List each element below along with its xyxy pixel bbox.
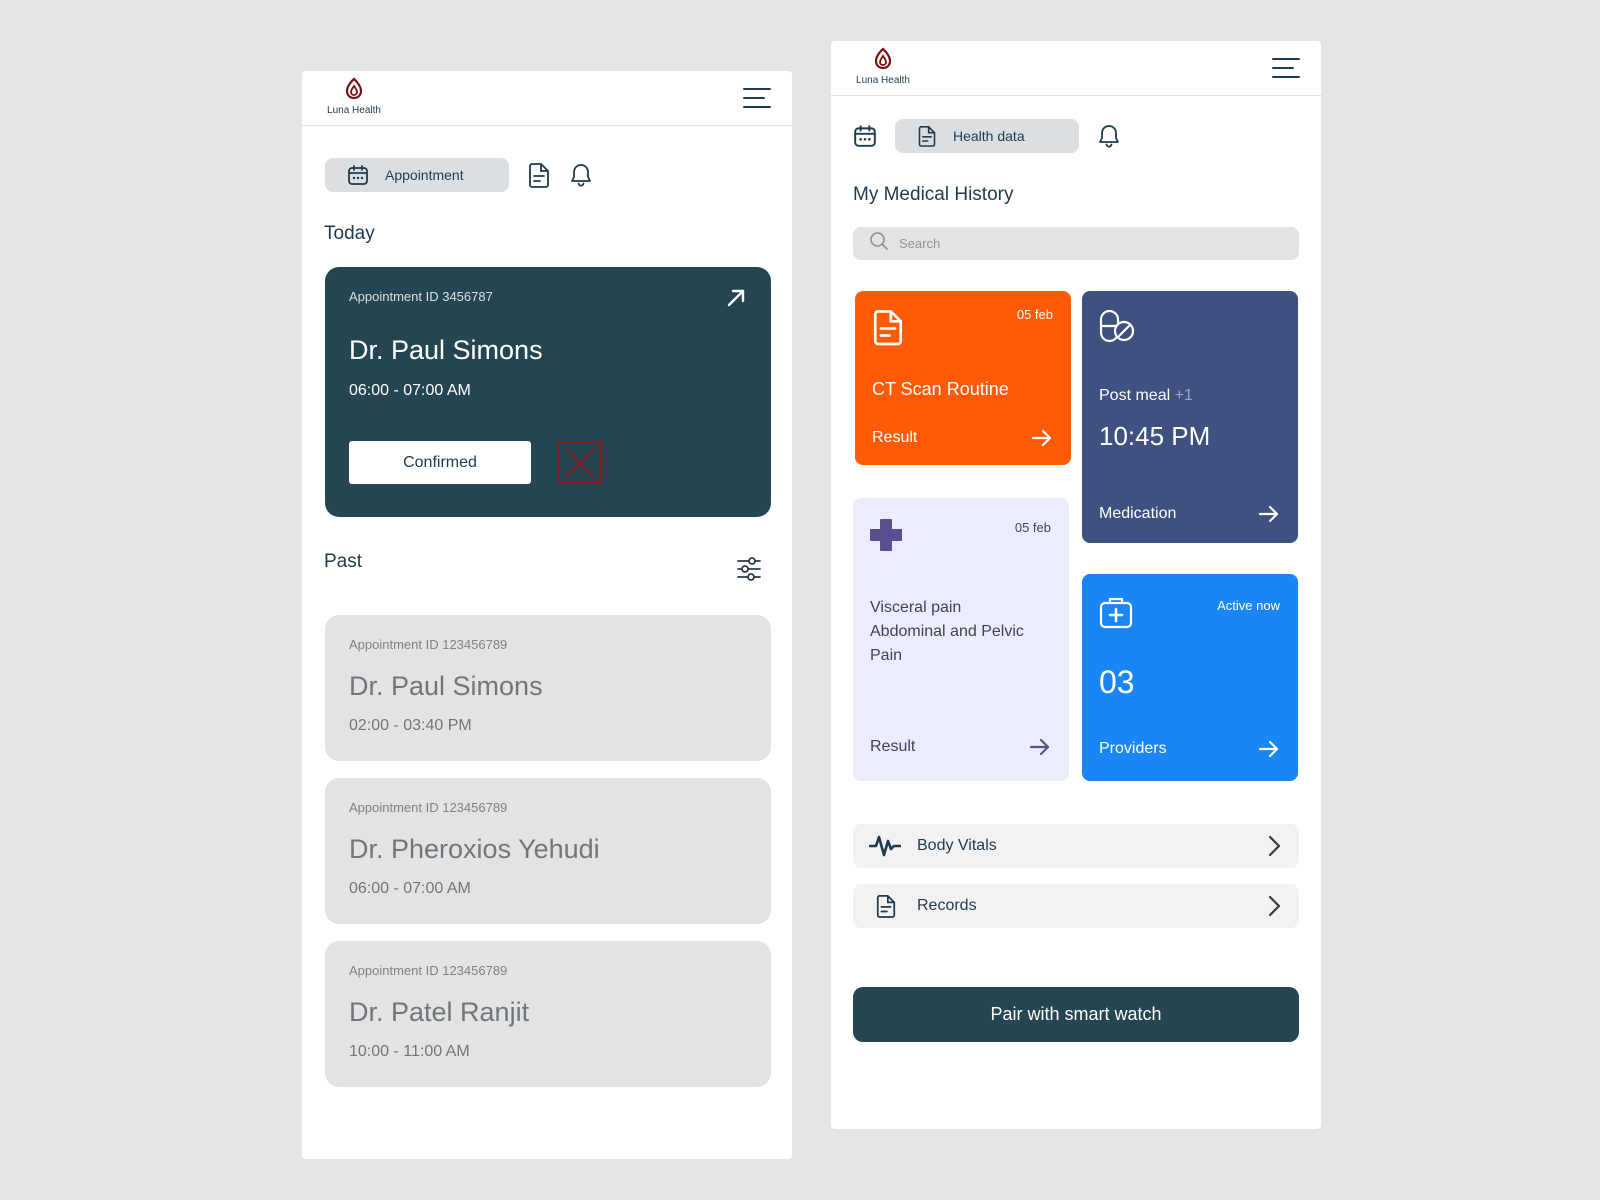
tile-date: 05 feb [1016, 307, 1053, 322]
tile-title: Visceral pain Abdominal and Pelvic Pain [870, 599, 1024, 664]
document-icon [917, 124, 937, 148]
close-icon [565, 447, 595, 478]
top-bar: Luna Health [831, 41, 1321, 96]
row-label: Records [917, 897, 977, 914]
past-heading: Past [324, 551, 363, 572]
appointment-id: Appointment ID 123456789 [349, 637, 508, 652]
doctor-name: Dr. Patel Ranjit [349, 997, 530, 1027]
pills-icon [1098, 307, 1136, 350]
tab-bar: Health data [853, 119, 1121, 153]
arrow-right-icon[interactable] [1258, 740, 1280, 763]
result-link[interactable]: Result [872, 429, 917, 447]
search-icon [869, 231, 889, 256]
active-status: Active now [1217, 598, 1280, 613]
past-appointment-card[interactable]: Appointment ID 123456789 Dr. Patel Ranji… [325, 941, 771, 1087]
visceral-pain-tile[interactable]: 05 feb Visceral pain Abdominal and Pelvi… [853, 498, 1069, 781]
ct-scan-tile[interactable]: 05 feb CT Scan Routine Result [855, 291, 1071, 465]
medication-extra: +1 [1174, 387, 1193, 404]
past-appointment-card[interactable]: Appointment ID 123456789 Dr. Paul Simons… [325, 615, 771, 761]
bell-icon[interactable] [1097, 123, 1121, 149]
appointment-time: 06:00 - 07:00 AM [349, 880, 471, 897]
calendar-icon [347, 164, 369, 186]
pair-smart-watch-button[interactable]: Pair with smart watch [853, 987, 1299, 1042]
appointment-time: 10:00 - 11:00 AM [349, 1043, 470, 1060]
menu-icon[interactable] [742, 85, 772, 111]
arrow-right-icon[interactable] [1029, 738, 1051, 761]
pulse-icon [868, 833, 902, 864]
providers-tile[interactable]: Active now 03 Providers [1082, 574, 1298, 781]
arrow-up-right-icon[interactable] [725, 287, 747, 314]
appointment-id: Appointment ID 123456789 [349, 800, 508, 815]
search-input[interactable] [899, 236, 1279, 251]
tab-bar: Appointment [325, 158, 593, 192]
medication-title: Post meal +1 [1099, 387, 1193, 405]
providers-count: 03 [1099, 664, 1135, 700]
tab-health-data[interactable]: Health data [895, 119, 1079, 153]
medical-kit-icon [1098, 594, 1134, 635]
brand-name: Luna Health [856, 75, 910, 86]
row-label: Body Vitals [917, 837, 997, 854]
document-icon [871, 307, 905, 352]
brand-logo[interactable]: Luna Health [853, 47, 913, 86]
today-appointment-card[interactable]: Appointment ID 3456787 Dr. Paul Simons 0… [325, 267, 771, 517]
providers-link[interactable]: Providers [1099, 740, 1167, 758]
luna-logo-icon [874, 47, 892, 70]
health-data-screen: Luna Health Health data My Medical Histo… [831, 41, 1321, 1129]
tile-title: CT Scan Routine [872, 379, 1009, 399]
top-bar: Luna Health [302, 71, 792, 126]
medication-time: 10:45 PM [1099, 421, 1211, 451]
document-icon[interactable] [527, 161, 551, 189]
result-link[interactable]: Result [870, 738, 915, 756]
calendar-icon[interactable] [853, 124, 877, 148]
luna-logo-icon [345, 77, 363, 100]
tab-appointment-label: Appointment [385, 167, 464, 183]
medication-name: Post meal [1099, 387, 1171, 404]
bell-icon[interactable] [569, 162, 593, 188]
appointment-time: 02:00 - 03:40 PM [349, 717, 472, 734]
menu-icon[interactable] [1271, 55, 1301, 81]
medication-link[interactable]: Medication [1099, 505, 1176, 523]
medical-cross-icon [869, 518, 903, 557]
doctor-name: Dr. Pheroxios Yehudi [349, 834, 600, 864]
doctor-name: Dr. Paul Simons [349, 671, 543, 701]
records-row[interactable]: Records [853, 884, 1299, 928]
doctor-name: Dr. Paul Simons [349, 335, 543, 365]
tab-appointment[interactable]: Appointment [325, 158, 509, 192]
past-appointment-card[interactable]: Appointment ID 123456789 Dr. Pheroxios Y… [325, 778, 771, 924]
today-heading: Today [324, 223, 375, 244]
tile-date: 05 feb [1014, 520, 1051, 535]
filter-sliders-icon[interactable] [736, 556, 762, 587]
search-bar [853, 227, 1299, 260]
confirmed-button[interactable]: Confirmed [349, 441, 531, 484]
chevron-right-icon [1267, 895, 1281, 922]
appointment-id: Appointment ID 3456787 [349, 289, 493, 304]
appointments-screen: Luna Health Appointment Today Appointmen… [302, 71, 792, 1159]
tab-health-data-label: Health data [953, 128, 1025, 144]
body-vitals-row[interactable]: Body Vitals [853, 824, 1299, 868]
appointment-time: 06:00 - 07:00 AM [349, 382, 471, 399]
medication-tile[interactable]: Post meal +1 10:45 PM Medication [1082, 291, 1298, 543]
cancel-button[interactable] [558, 441, 602, 484]
brand-name: Luna Health [327, 105, 381, 116]
brand-logo[interactable]: Luna Health [324, 77, 384, 116]
appointment-id: Appointment ID 123456789 [349, 963, 508, 978]
chevron-right-icon [1267, 835, 1281, 862]
arrow-right-icon[interactable] [1031, 429, 1053, 452]
arrow-right-icon[interactable] [1258, 505, 1280, 528]
page-title: My Medical History [853, 184, 1014, 205]
document-icon [875, 893, 897, 924]
